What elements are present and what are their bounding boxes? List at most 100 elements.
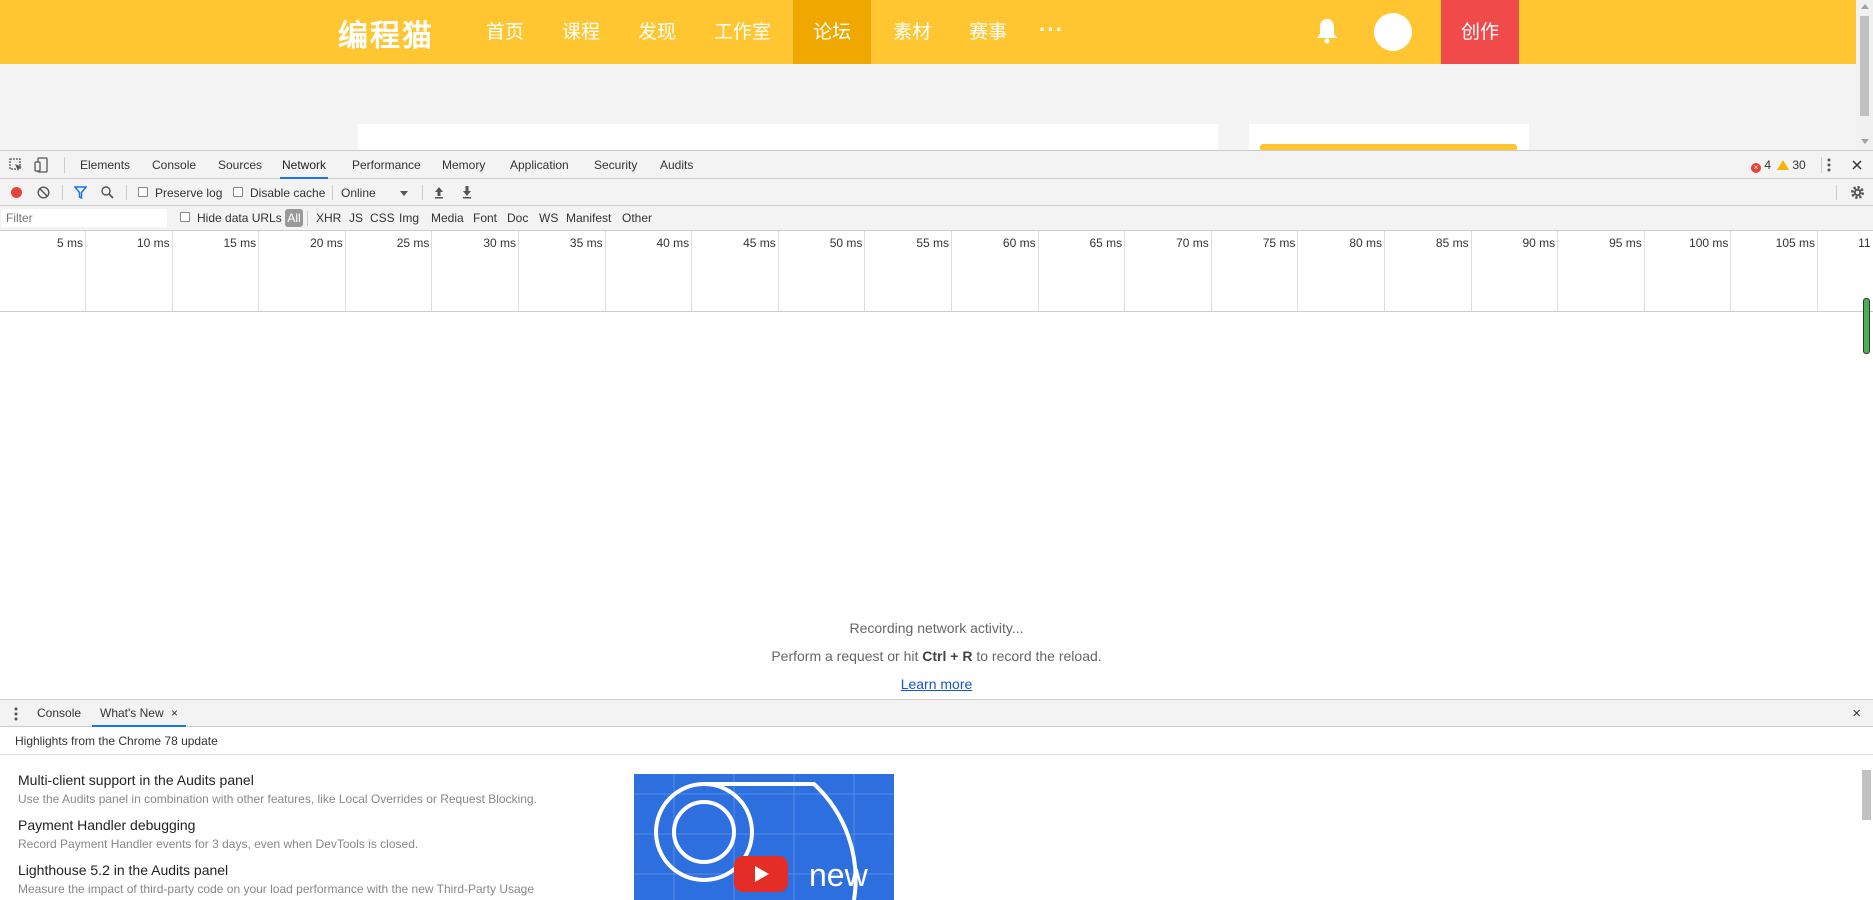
filter-type-xhr[interactable]: XHR [316, 211, 341, 225]
filter-type-ws[interactable]: WS [539, 211, 558, 225]
video-thumbnail[interactable]: new [634, 774, 894, 900]
network-scroll-thumb[interactable] [1863, 298, 1870, 354]
timeline-tick: 100 ms [1645, 231, 1732, 311]
nav-item-contests[interactable]: 赛事 [953, 0, 1023, 64]
timeline-tick: 60 ms [953, 231, 1039, 311]
tab-divider [64, 157, 65, 173]
hide-data-urls-checkbox[interactable] [180, 212, 190, 222]
filter-type-all[interactable]: All [285, 209, 303, 227]
filter-type-media[interactable]: Media [431, 211, 464, 225]
close-devtools-icon[interactable] [1852, 160, 1862, 170]
feature-item[interactable]: Multi-client support in the Audits panel… [18, 772, 598, 806]
error-icon: × [1751, 163, 1761, 173]
preserve-log-label[interactable]: Preserve log [155, 186, 222, 200]
nav-item-discover[interactable]: 发现 [622, 0, 692, 64]
warning-count[interactable]: 30 [1777, 158, 1806, 172]
drawer-tab-whats-new[interactable]: What's New × [92, 700, 186, 727]
create-button[interactable]: 创作 [1441, 0, 1519, 64]
nav-item-forum[interactable]: 论坛 [793, 0, 872, 64]
filter-type-font[interactable]: Font [473, 211, 497, 225]
throttling-select[interactable]: Online [341, 186, 376, 200]
filter-type-doc[interactable]: Doc [507, 211, 528, 225]
network-overview[interactable]: 5 ms 10 ms 15 ms 20 ms 25 ms 30 ms 35 ms… [0, 231, 1873, 312]
clear-icon[interactable] [37, 186, 50, 199]
drawer-tab-bar: Console What's New × × [0, 699, 1873, 727]
filter-bar: Hide data URLs All XHR JS CSS Img Media … [0, 206, 1873, 231]
tab-security[interactable]: Security [592, 151, 639, 179]
network-toolbar: Preserve log Disable cache Online [0, 179, 1873, 206]
search-icon[interactable] [101, 186, 114, 199]
reload-hint: Perform a request or hit Ctrl + R to rec… [0, 648, 1873, 664]
nav-item-studio[interactable]: 工作室 [698, 0, 787, 64]
avatar[interactable] [1374, 13, 1412, 51]
drawer-scroll-thumb[interactable] [1862, 770, 1871, 820]
filter-type-manifest[interactable]: Manifest [566, 211, 611, 225]
tab-sources[interactable]: Sources [216, 151, 264, 179]
feature-item[interactable]: Lighthouse 5.2 in the Audits panel Measu… [18, 862, 598, 896]
nav-more-button[interactable]: ··· [1029, 0, 1074, 64]
timeline-tick: 15 ms [173, 231, 260, 311]
filter-type-other[interactable]: Other [622, 211, 652, 225]
timeline-tick: 70 ms [1126, 231, 1212, 311]
site-logo[interactable]: 编程猫 [338, 11, 434, 55]
timeline-tick: 55 ms [866, 231, 952, 311]
reload-shortcut: Ctrl + R [922, 648, 973, 664]
nav-item-home[interactable]: 首页 [470, 0, 540, 64]
nav-item-courses[interactable]: 课程 [546, 0, 616, 64]
more-options-icon[interactable] [1827, 158, 1831, 172]
whats-new-heading: Highlights from the Chrome 78 update [15, 734, 218, 748]
scroll-thumb[interactable] [1860, 16, 1869, 116]
drawer-scrollbar[interactable] [1860, 770, 1873, 900]
filter-type-css[interactable]: CSS [370, 211, 395, 225]
filter-type-img[interactable]: Img [399, 211, 419, 225]
gear-icon[interactable] [1850, 185, 1865, 200]
learn-more-link[interactable]: Learn more [0, 676, 1873, 692]
tab-console[interactable]: Console [150, 151, 198, 179]
recording-message: Recording network activity... [849, 620, 1024, 636]
timeline-tick: 25 ms [346, 231, 433, 311]
bell-icon[interactable] [1316, 18, 1338, 44]
site-header: 编程猫 首页 课程 发现 工作室 论坛 素材 赛事 ··· 创作 [0, 0, 1856, 64]
feature-title[interactable]: Lighthouse 5.2 in the Audits panel [18, 862, 598, 878]
side-card [1249, 124, 1529, 150]
drawer-tab-console[interactable]: Console [37, 700, 81, 727]
warning-count-label: 30 [1792, 158, 1806, 172]
record-icon[interactable] [10, 186, 23, 199]
disable-cache-label[interactable]: Disable cache [250, 186, 325, 200]
disable-cache-checkbox[interactable] [233, 187, 243, 197]
preserve-log-checkbox[interactable] [138, 187, 148, 197]
tab-network[interactable]: Network [280, 151, 329, 179]
toolbar-separator [62, 185, 63, 200]
filter-type-js[interactable]: JS [349, 211, 363, 225]
close-tab-icon[interactable]: × [171, 706, 178, 720]
inspect-element-icon[interactable] [9, 158, 23, 172]
device-toolbar-icon[interactable] [34, 157, 48, 173]
import-har-icon[interactable] [433, 185, 445, 199]
error-count[interactable]: × 4 [1751, 158, 1771, 173]
timeline-tick: 90 ms [1472, 231, 1559, 311]
hide-data-urls-label[interactable]: Hide data URLs [197, 211, 282, 225]
scroll-down-icon[interactable] [1861, 139, 1869, 144]
feature-item[interactable]: Payment Handler debugging Record Payment… [18, 817, 598, 851]
toolbar-separator [1836, 185, 1837, 200]
nav-item-materials[interactable]: 素材 [877, 0, 947, 64]
drawer-menu-icon[interactable] [14, 707, 18, 721]
chevron-down-icon[interactable] [400, 191, 408, 196]
close-drawer-icon[interactable]: × [1852, 700, 1861, 727]
devtools-tab-bar: Elements Console Sources Network Perform… [0, 151, 1873, 179]
feature-title[interactable]: Multi-client support in the Audits panel [18, 772, 598, 788]
tab-memory[interactable]: Memory [440, 151, 487, 179]
tab-performance[interactable]: Performance [350, 151, 423, 179]
export-har-icon[interactable] [461, 185, 473, 199]
tab-application[interactable]: Application [508, 151, 571, 179]
tab-elements[interactable]: Elements [78, 151, 132, 179]
youtube-play-icon[interactable] [734, 856, 788, 892]
filter-input[interactable] [1, 209, 167, 227]
page-scrollbar[interactable] [1856, 0, 1873, 150]
timeline-tick: 35 ms [520, 231, 606, 311]
feature-description: Use the Audits panel in combination with… [18, 792, 537, 806]
scroll-up-icon[interactable] [1861, 4, 1869, 9]
filter-icon[interactable] [74, 186, 87, 199]
tab-audits[interactable]: Audits [658, 151, 695, 179]
feature-title[interactable]: Payment Handler debugging [18, 817, 598, 833]
